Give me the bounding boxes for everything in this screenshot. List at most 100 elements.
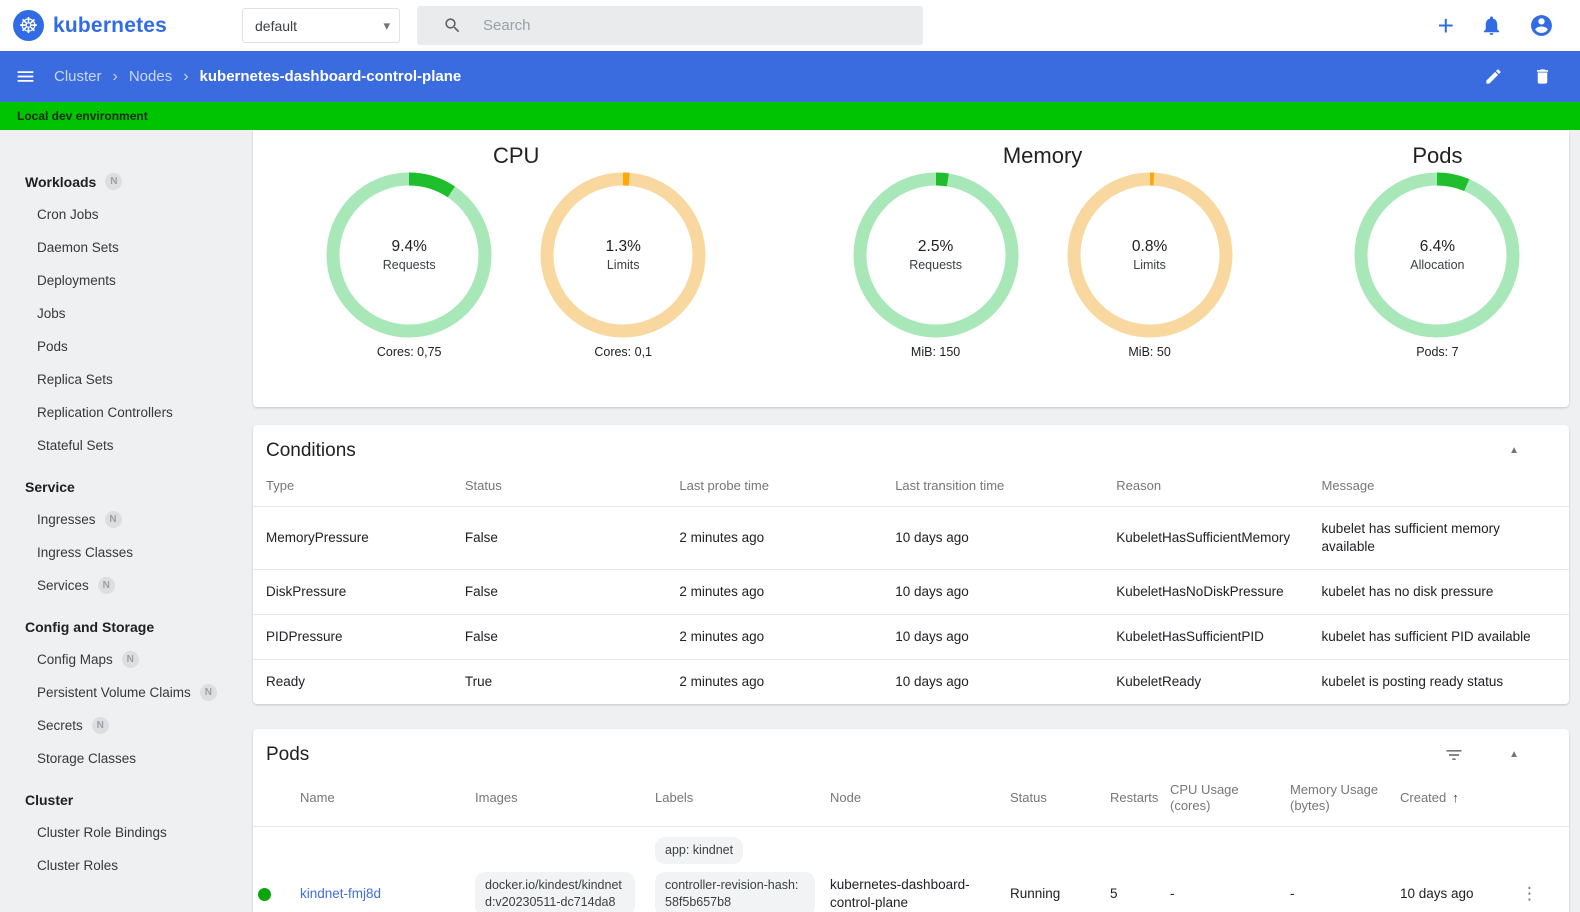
create-resource-button[interactable]: + xyxy=(1438,11,1454,40)
filter-icon[interactable] xyxy=(1444,745,1464,765)
chevron-right-icon: › xyxy=(183,67,189,85)
sidebar-header-cluster[interactable]: Cluster xyxy=(0,783,247,816)
sidebar-item-storage-classes[interactable]: Storage Classes xyxy=(0,742,247,775)
main-content: CPU 9.4% Requests Cores: 0,75 1.3% Limit… xyxy=(247,130,1580,912)
breadcrumb: Cluster › Nodes › kubernetes-dashboard-c… xyxy=(54,68,461,86)
sidebar-header-label: Cluster xyxy=(25,791,74,808)
sidebar-item-replica-sets[interactable]: Replica Sets xyxy=(0,363,247,396)
account-circle-icon[interactable] xyxy=(1529,13,1554,38)
new-badge: N xyxy=(97,577,115,594)
cell-last-transition: 10 days ago xyxy=(895,614,1117,660)
pod-running-status-icon xyxy=(258,887,271,901)
sidebar-item-pods[interactable]: Pods xyxy=(0,330,247,363)
cell-message: kubelet has sufficient memory available xyxy=(1321,506,1569,570)
sidebar-item-stateful-sets[interactable]: Stateful Sets xyxy=(0,429,247,462)
sidebar-item-persistent-volume-claims[interactable]: Persistent Volume Claims N xyxy=(0,676,247,709)
kubernetes-logo[interactable]: ☸ kubernetes xyxy=(0,10,242,41)
sidebar-header-service[interactable]: Service xyxy=(0,470,247,503)
cell-last-transition: 10 days ago xyxy=(895,506,1117,570)
top-app-bar: ☸ kubernetes default ▾ + xyxy=(0,0,1580,51)
sidebar-item-label: Services xyxy=(37,578,89,593)
cell-status: False xyxy=(464,569,680,615)
sidebar-item-jobs[interactable]: Jobs xyxy=(0,297,247,330)
col-labels: Labels xyxy=(655,790,694,805)
gauge-value: 2.5% xyxy=(917,238,954,255)
col-status: Status xyxy=(464,478,502,493)
sidebar-item-cluster-role-bindings[interactable]: Cluster Role Bindings xyxy=(0,816,247,849)
sidebar-item-label: Cluster Roles xyxy=(37,858,119,873)
cell-status: True xyxy=(464,659,680,704)
condition-row-diskpressure: DiskPressure False 2 minutes ago 10 days… xyxy=(253,569,1569,615)
breadcrumb-link-nodes[interactable]: Nodes xyxy=(129,68,172,85)
sidebar-header-config-and-storage[interactable]: Config and Storage xyxy=(0,610,247,643)
col-created-label: Created xyxy=(1400,790,1447,805)
namespace-select[interactable]: default ▾ xyxy=(242,8,400,43)
sidebar-item-deployments[interactable]: Deployments xyxy=(0,264,247,297)
pod-row-kindnet: kindnet-fmj8d docker.io/kindest/kindnetd… xyxy=(253,826,1569,912)
conditions-card: Conditions ▲ Type Status Last probe time… xyxy=(253,425,1569,704)
col-status-dot xyxy=(253,776,300,827)
col-cpu-usage: CPU Usage (cores) xyxy=(1170,782,1239,813)
label-chip: app: kindnet xyxy=(655,837,744,864)
collapse-arrow-icon[interactable]: ▲ xyxy=(1509,446,1519,456)
sidebar-item-daemon-sets[interactable]: Daemon Sets xyxy=(0,231,247,264)
notifications-bell-icon[interactable] xyxy=(1480,14,1503,37)
sidebar-item-services[interactable]: Services N xyxy=(0,569,247,602)
gauge-label: Limits xyxy=(606,258,640,272)
sidebar-item-ingresses[interactable]: Ingresses N xyxy=(0,503,247,536)
pod-name-link[interactable]: kindnet-fmj8d xyxy=(300,886,381,901)
search-icon xyxy=(443,16,462,35)
col-row-menu xyxy=(1505,776,1569,827)
sidebar-item-cluster-roles[interactable]: Cluster Roles xyxy=(0,849,247,882)
sidebar-header-workloads[interactable]: Workloads N xyxy=(0,165,247,198)
memory-limits-gauge: 0.8% Limits MiB: 50 xyxy=(1067,172,1233,359)
col-created-sort[interactable]: Created ↑ xyxy=(1400,776,1505,827)
cell-reason: KubeletHasSufficientPID xyxy=(1116,614,1322,660)
sidebar-item-label: Config Maps xyxy=(37,652,113,667)
sidebar-item-label: Stateful Sets xyxy=(37,438,114,453)
gauge-footer: MiB: 50 xyxy=(1128,345,1171,359)
edit-pencil-icon[interactable] xyxy=(1484,67,1503,86)
cpu-requests-gauge: 9.4% Requests Cores: 0,75 xyxy=(326,172,492,359)
sidebar-item-label: Ingress Classes xyxy=(37,545,134,560)
cell-pod-restarts: 5 xyxy=(1110,826,1170,912)
cell-type: MemoryPressure xyxy=(253,506,465,570)
sidebar-item-cron-jobs[interactable]: Cron Jobs xyxy=(0,198,247,231)
col-restarts: Restarts xyxy=(1110,790,1159,805)
cell-last-transition: 10 days ago xyxy=(895,659,1117,704)
cell-pod-images: docker.io/kindest/kindnetd:v20230511-dc7… xyxy=(475,826,655,912)
search-box[interactable] xyxy=(417,6,923,45)
gauge-label: Limits xyxy=(1133,258,1166,272)
cell-pod-labels: app: kindnet controller-revision-hash: 5… xyxy=(655,826,830,912)
col-memory-usage: Memory Usage (bytes) xyxy=(1290,782,1379,813)
chevron-right-icon: › xyxy=(112,67,118,85)
cell-last-probe: 2 minutes ago xyxy=(679,569,896,615)
gauge-value: 0.8% xyxy=(1131,238,1168,255)
sidebar-item-replication-controllers[interactable]: Replication Controllers xyxy=(0,396,247,429)
col-status: Status xyxy=(1010,790,1047,805)
cell-pod-cpu-usage: - xyxy=(1170,826,1290,912)
kubernetes-wheel-icon: ☸ xyxy=(13,10,44,41)
pods-title: Pods xyxy=(266,744,310,765)
pods-allocation-title: Pods xyxy=(1412,143,1463,168)
sidebar-item-label: Ingresses xyxy=(37,512,96,527)
conditions-table: Type Status Last probe time Last transit… xyxy=(253,472,1569,704)
breadcrumb-link-cluster[interactable]: Cluster xyxy=(54,68,102,85)
sidebar-item-secrets[interactable]: Secrets N xyxy=(0,709,247,742)
delete-trash-icon[interactable] xyxy=(1533,67,1552,86)
menu-hamburger-icon[interactable] xyxy=(15,66,36,87)
sidebar-item-config-maps[interactable]: Config Maps N xyxy=(0,643,247,676)
gauge-label: Allocation xyxy=(1410,258,1465,272)
sidebar-item-ingress-classes[interactable]: Ingress Classes xyxy=(0,536,247,569)
search-input[interactable] xyxy=(483,17,863,34)
sidebar-item-label: Cluster Role Bindings xyxy=(37,825,167,840)
pods-allocation-gauge: 6.4% Allocation Pods: 7 xyxy=(1354,172,1520,359)
gauge-footer: Cores: 0,1 xyxy=(594,345,653,359)
row-overflow-menu-icon[interactable]: ⋮ xyxy=(1505,826,1569,912)
sidebar-item-label: Storage Classes xyxy=(37,751,137,766)
col-node: Node xyxy=(830,790,862,805)
memory-title: Memory xyxy=(1002,143,1083,168)
new-badge: N xyxy=(105,173,123,190)
collapse-arrow-icon[interactable]: ▲ xyxy=(1509,750,1519,760)
col-last-probe-time: Last probe time xyxy=(679,478,769,493)
